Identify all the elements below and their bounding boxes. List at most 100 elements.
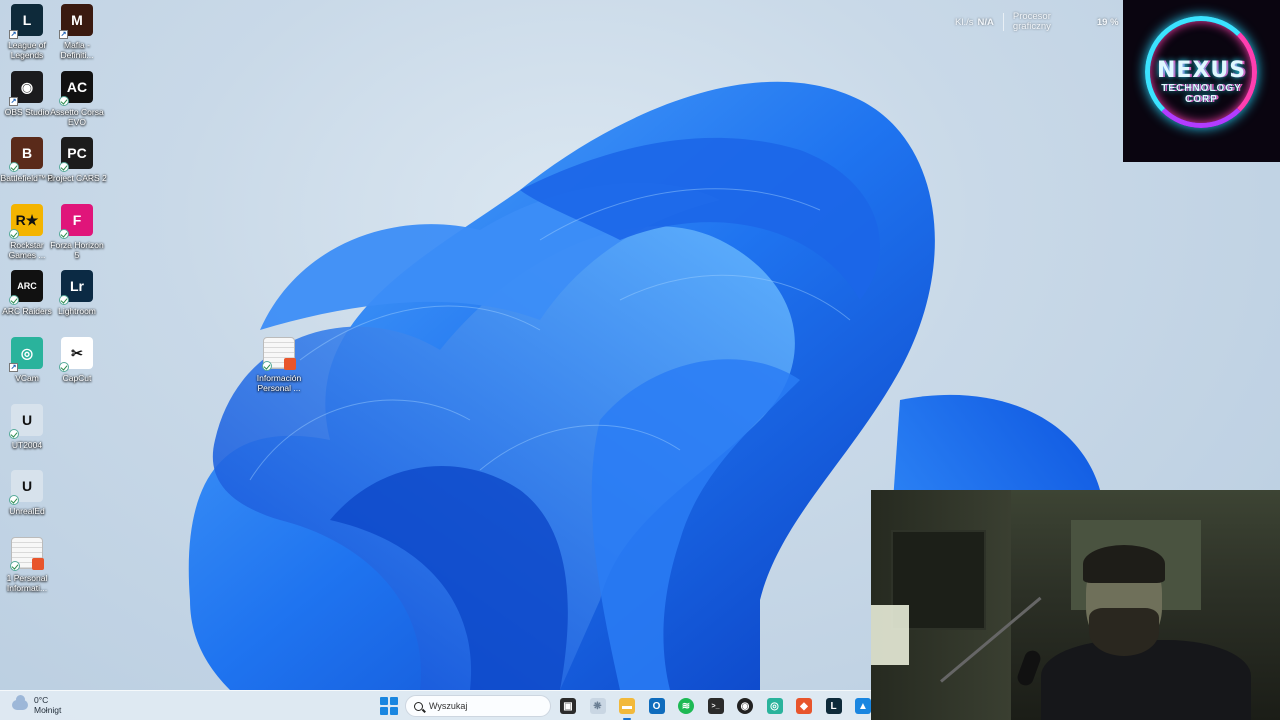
icon-glyph: U [21, 478, 33, 494]
icon-glyph: B [21, 145, 33, 161]
shortcut-arrow-icon: ↗ [9, 97, 18, 106]
taskbar-pinned-apps: ▣ ❋ ▬ O ≋ >_ ◉ ◎ ◆ L ▲ [558, 695, 873, 720]
desktop-icon[interactable]: U UnrealEd [0, 470, 54, 516]
unrealed-icon: U [9, 470, 43, 505]
shortcut-arrow-icon: ↗ [59, 30, 68, 39]
icon-glyph: F [72, 212, 82, 228]
taskbar: 0°C Mołnigt ▣ ❋ ▬ O ≋ >_ ◉ ◎ ◆ L ▲ [0, 690, 871, 720]
mafia-icon: M ↗ [59, 4, 93, 39]
icon-glyph: R★ [15, 211, 39, 228]
desktop-icon[interactable]: ◉ ↗ OBS Studio [0, 71, 54, 117]
sync-status-icon [9, 429, 19, 439]
battlefield-icon: B [9, 137, 43, 172]
sync-status-icon [59, 96, 69, 106]
gpu-usage-value: 19 % [1096, 16, 1119, 28]
sync-status-icon [9, 295, 19, 305]
document-icon [262, 337, 296, 371]
start-button[interactable] [380, 697, 398, 715]
capcut-icon: ✂ [59, 337, 93, 372]
app-accent-icon [284, 358, 296, 370]
shortcut-arrow-icon: ↗ [9, 30, 18, 39]
webcam-feed [871, 490, 1280, 720]
desktop-icon[interactable]: AC Assetto Corsa EVO [50, 71, 104, 127]
desktop-icon[interactable]: R★ Rockstar Games ... [0, 204, 54, 260]
icon-glyph: ✂ [71, 344, 83, 361]
obs-studio-icon: ◉ ↗ [9, 71, 43, 106]
ut2004-icon: U [9, 404, 43, 439]
taskbar-search[interactable] [405, 695, 551, 717]
vcam-icon: ◎ [766, 698, 783, 714]
desktop-icon[interactable]: PC Project CARS 2 [47, 137, 107, 183]
logo-line-2: TECHNOLOGY [1161, 82, 1242, 94]
performance-overlay: Kl./s N/A Procesor graficzny 19 % [955, 10, 1119, 34]
desktop-icon[interactable]: 1 Personal Informati... [0, 537, 54, 593]
desktop-icon[interactable]: B Battlefield™ 6 [0, 137, 54, 183]
desktop-icon[interactable]: L ↗ League of Legends [0, 4, 54, 60]
weather-description: Mołnigt [34, 705, 62, 715]
project-cars-icon: PC [59, 137, 93, 172]
taskbar-app-button[interactable]: L [824, 695, 844, 717]
logo-line-3: CORP [1185, 93, 1218, 105]
sync-status-icon [59, 229, 69, 239]
desktop-icon[interactable]: ✂ CapCut [50, 337, 104, 383]
assetto-corsa-icon: AC [59, 71, 93, 106]
weather-text: 0°C Mołnigt [34, 695, 61, 715]
desktop-icon-label: Información Personal ... [256, 373, 302, 393]
forza-horizon-icon: F [59, 204, 93, 239]
league-of-legends-icon: L [825, 698, 842, 714]
taskbar-app-button[interactable]: ◆ [794, 695, 814, 717]
rockstar-games-icon: R★ [9, 204, 43, 239]
gpu-label: Procesor graficzny [1013, 12, 1073, 32]
arc-raiders-icon: ARC [9, 270, 43, 305]
taskbar-app-button[interactable]: O [647, 695, 667, 717]
network-value: N/A [977, 16, 994, 28]
desktop-icon[interactable]: ◎ ↗ VCam [0, 337, 54, 383]
icon-glyph: L [22, 12, 32, 28]
sync-status-icon [262, 361, 272, 371]
windows-logo-pane [380, 706, 389, 715]
webcam-person-hair [1083, 545, 1165, 583]
app-accent-icon [32, 558, 44, 570]
shortcut-arrow-icon: ↗ [9, 363, 18, 372]
taskbar-app-button[interactable]: ◎ [765, 695, 785, 717]
vcam-icon: ◎ ↗ [9, 337, 43, 372]
desktop-icon[interactable]: ARC ARC Raiders [0, 270, 54, 316]
taskbar-app-button[interactable]: ▣ [558, 695, 578, 717]
desktop-icon-label: Project CARS 2 [47, 173, 107, 183]
weather-widget[interactable]: 0°C Mołnigt [12, 695, 61, 715]
terminal-icon: >_ [707, 698, 724, 714]
taskbar-app-button[interactable]: ▬ [617, 695, 637, 720]
desktop-icon[interactable]: M ↗ Mafia - Definiti... [50, 4, 104, 60]
taskbar-app-button[interactable]: ▲ [853, 695, 873, 717]
webcam-person-beard [1089, 608, 1159, 656]
widgets-icon: ❋ [589, 698, 606, 714]
desktop-icon[interactable]: U UT2004 [0, 404, 54, 450]
desktop-icon[interactable]: F Forza Horizon 5 [50, 204, 104, 260]
webcam-light [871, 605, 909, 665]
desktop-icon[interactable]: Lr Lightroom [50, 270, 104, 316]
taskbar-app-button[interactable]: ◉ [735, 695, 755, 717]
league-of-legends-icon: L ↗ [9, 4, 43, 39]
icon-glyph: Lr [70, 278, 84, 294]
channel-logo: NEXUS TECHNOLOGY CORP [1123, 0, 1280, 162]
taskbar-app-button[interactable]: >_ [706, 695, 726, 717]
outlook-icon: O [648, 698, 665, 714]
taskbar-app-button[interactable]: ≋ [676, 695, 696, 717]
sync-status-icon [9, 229, 19, 239]
sync-status-icon [59, 162, 69, 172]
file-explorer-icon: ▬ [619, 698, 635, 714]
document-icon [10, 537, 44, 571]
icon-glyph: ◉ [20, 78, 34, 95]
cloud-icon [12, 695, 28, 710]
search-input[interactable] [429, 701, 539, 711]
desktop-icon-label: UnrealEd [9, 506, 45, 516]
desktop-icon[interactable]: Información Personal ... [252, 337, 306, 393]
photos-icon: ▲ [855, 698, 871, 714]
desktop-icon-label: Assetto Corsa EVO [50, 107, 104, 127]
icon-glyph: PC [67, 145, 87, 161]
taskbar-app-button[interactable]: ❋ [588, 695, 608, 717]
overlay-divider [1002, 13, 1004, 31]
weather-temperature: 0°C [34, 695, 49, 705]
icon-glyph: M [71, 12, 83, 28]
sync-status-icon [59, 295, 69, 305]
